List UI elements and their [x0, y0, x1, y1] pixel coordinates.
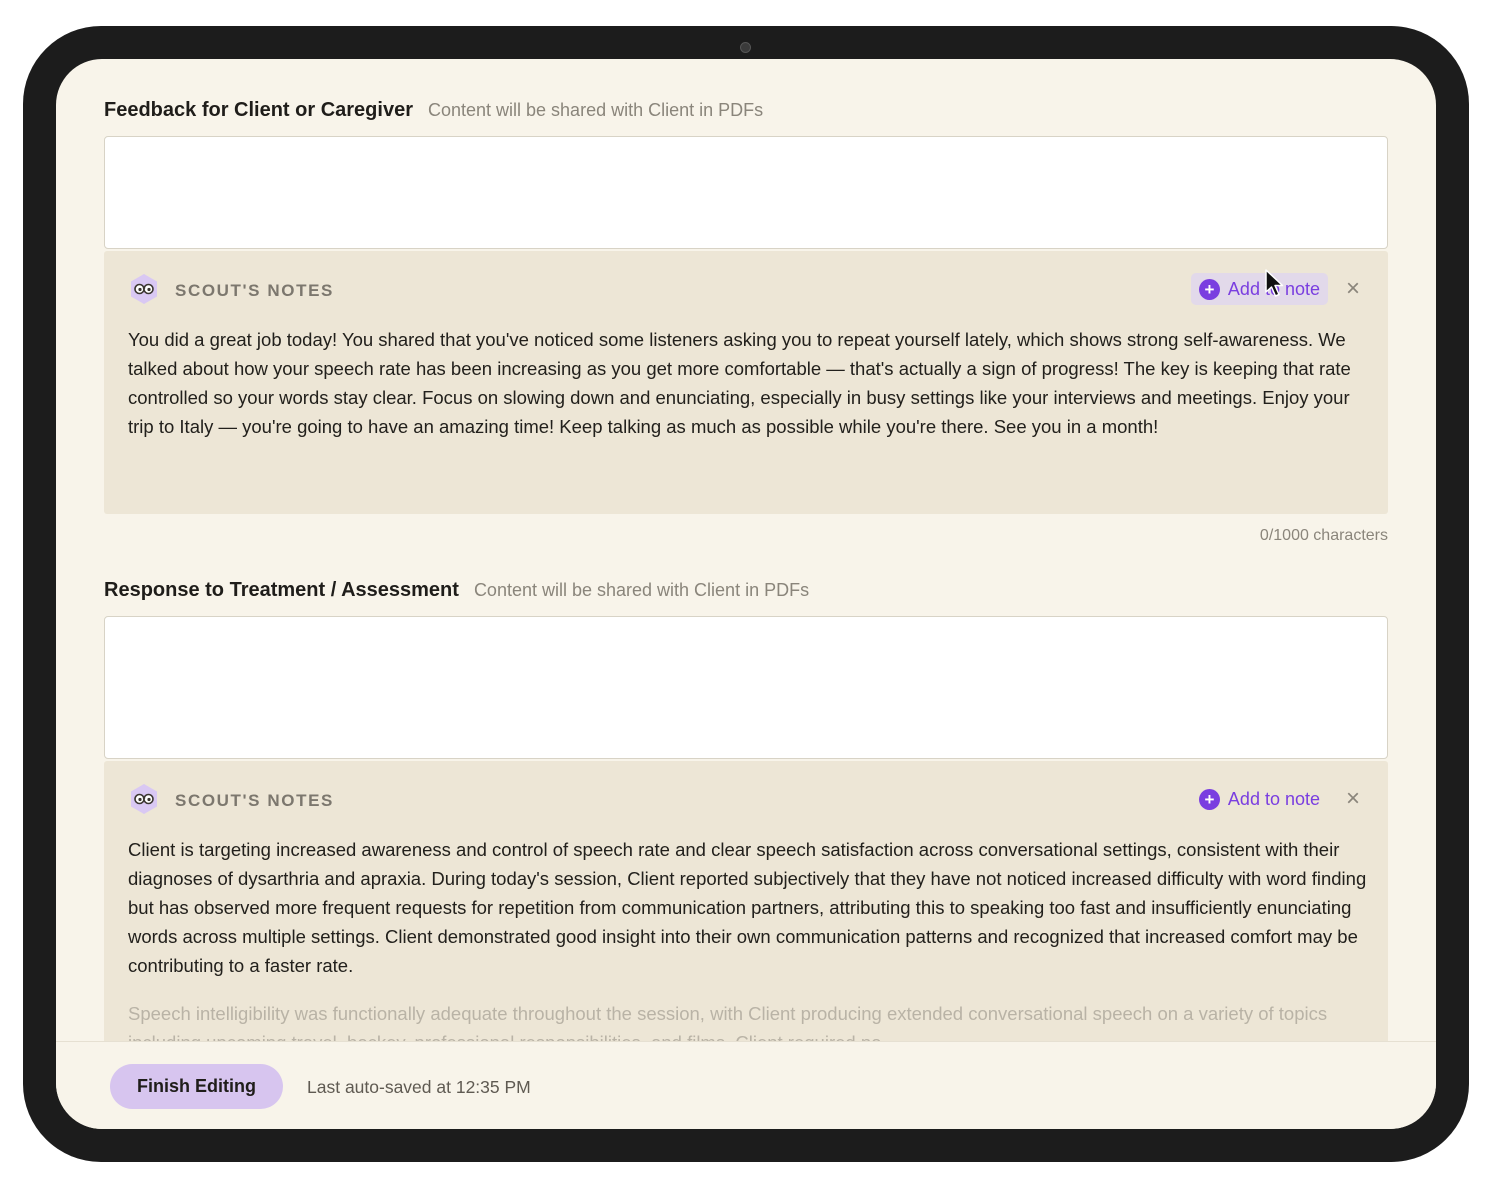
feedback-section-subtitle: Content will be shared with Client in PD…	[427, 100, 764, 120]
notes-paragraph: You did a great job today! You shared th…	[128, 329, 1351, 437]
note-editor: Feedback for Client or Caregiver Content…	[104, 59, 1388, 1041]
feedback-section-header: Feedback for Client or Caregiver Content…	[104, 99, 763, 122]
footer-bar: Finish Editing Last auto-saved at 12:35 …	[56, 1041, 1436, 1129]
scout-logo-icon	[131, 274, 157, 304]
finish-editing-button[interactable]: Finish Editing	[110, 1064, 283, 1109]
mouse-cursor-icon	[1265, 269, 1284, 297]
add-to-note-label: Add to note	[1227, 788, 1320, 809]
add-to-note-button[interactable]: + Add to note	[1190, 273, 1328, 305]
camera-icon	[740, 42, 751, 53]
character-count: 0/1000 characters	[1259, 527, 1388, 544]
feedback-input[interactable]	[104, 136, 1388, 249]
notes-title: SCOUT'S NOTES	[175, 791, 334, 810]
notes-title: SCOUT'S NOTES	[175, 281, 334, 300]
plus-circle-icon: +	[1198, 788, 1220, 810]
response-section-subtitle: Content will be shared with Client in PD…	[473, 580, 810, 600]
autosave-status: Last auto-saved at 12:35 PM	[307, 1077, 531, 1097]
close-icon[interactable]: ×	[1341, 787, 1365, 811]
plus-circle-icon: +	[1198, 278, 1220, 300]
feedback-scout-notes: SCOUT'S NOTES + Add to note × You did a …	[104, 251, 1388, 514]
notes-paragraph: Client is targeting increased awareness …	[128, 839, 1367, 976]
response-input[interactable]	[104, 616, 1388, 759]
close-icon[interactable]: ×	[1341, 277, 1365, 301]
response-section-header: Response to Treatment / Assessment Conte…	[104, 579, 809, 602]
response-scout-notes: SCOUT'S NOTES + Add to note × Client is …	[104, 761, 1388, 1041]
scout-logo-icon	[131, 784, 157, 814]
response-section-title: Response to Treatment / Assessment	[104, 579, 459, 601]
screen: Feedback for Client or Caregiver Content…	[56, 59, 1436, 1129]
notes-paragraph-faded: Speech intelligibility was functionally …	[128, 1003, 1328, 1041]
add-to-note-button[interactable]: + Add to note	[1191, 783, 1328, 815]
feedback-section-title: Feedback for Client or Caregiver	[104, 99, 413, 121]
